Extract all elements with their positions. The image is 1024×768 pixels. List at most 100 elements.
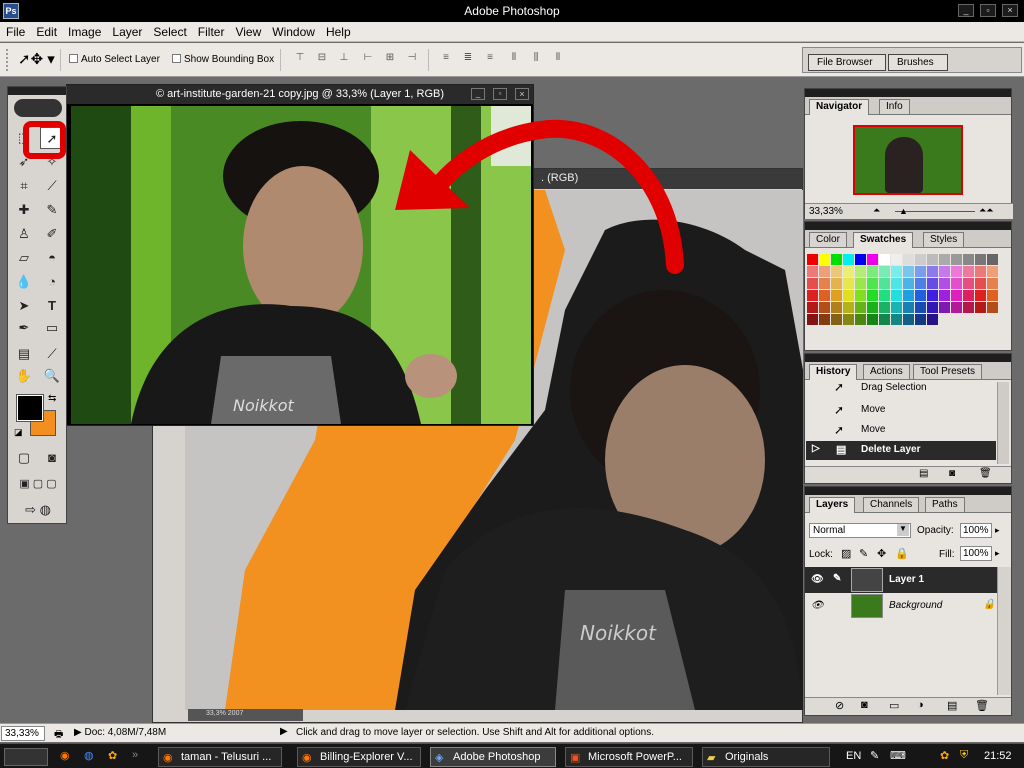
- swatch[interactable]: [891, 302, 902, 313]
- swatch[interactable]: [939, 290, 950, 301]
- swatch[interactable]: [831, 302, 842, 313]
- new-snapshot-icon[interactable]: ◙: [949, 468, 955, 479]
- swatch[interactable]: [867, 266, 878, 277]
- print-preview-icon[interactable]: 🖶: [54, 727, 63, 744]
- auto-select-checkbox[interactable]: Auto Select Layer: [69, 54, 160, 65]
- swatch[interactable]: [867, 314, 878, 325]
- grip-handle[interactable]: [6, 49, 11, 71]
- swatch[interactable]: [843, 266, 854, 277]
- swatch[interactable]: [903, 290, 914, 301]
- swatch[interactable]: [975, 302, 986, 313]
- menu-help[interactable]: Help: [320, 22, 356, 39]
- history-item[interactable]: ➚ Drag Selection: [806, 380, 996, 396]
- swatch[interactable]: [951, 302, 962, 313]
- bounding-box-checkbox[interactable]: Show Bounding Box: [172, 54, 274, 65]
- swatch[interactable]: [879, 302, 890, 313]
- layer-row-layer-1[interactable]: 👁 ✎ Layer 1: [805, 567, 997, 593]
- panel-header[interactable]: [805, 487, 1011, 495]
- doc-minimize-button[interactable]: _: [471, 88, 485, 100]
- swatch[interactable]: [903, 254, 914, 265]
- visibility-eye-icon[interactable]: 👁: [811, 600, 824, 611]
- app-quicklaunch-icon[interactable]: ✿: [108, 749, 117, 762]
- navigator-preview[interactable]: [853, 125, 963, 195]
- menu-layer[interactable]: Layer: [106, 22, 147, 39]
- swatch[interactable]: [951, 266, 962, 277]
- swatch[interactable]: [855, 302, 866, 313]
- align-bottom-icon[interactable]: ⊥: [336, 52, 352, 66]
- start-button[interactable]: [4, 748, 48, 766]
- type-tool-icon[interactable]: T: [40, 295, 64, 317]
- swatch[interactable]: [915, 290, 926, 301]
- tab-info[interactable]: Info: [879, 99, 910, 114]
- minimize-button[interactable]: _: [958, 4, 974, 17]
- swatch[interactable]: [963, 290, 974, 301]
- swatch[interactable]: [927, 266, 938, 277]
- toolbox-header[interactable]: [8, 87, 66, 95]
- visibility-eye-icon[interactable]: 👁: [811, 574, 824, 585]
- new-set-icon[interactable]: ▭: [889, 699, 899, 712]
- tab-actions[interactable]: Actions: [863, 364, 910, 379]
- default-colors-icon[interactable]: ◪: [14, 427, 23, 438]
- doc-size-text[interactable]: ▶ Doc: 4,08M/7,48M: [74, 727, 166, 738]
- rectangle-tool-icon[interactable]: ▭: [40, 317, 64, 339]
- swatch[interactable]: [819, 314, 830, 325]
- doc-close-button[interactable]: ×: [515, 88, 529, 100]
- align-vcenter-icon[interactable]: ⊟: [314, 52, 330, 66]
- swatch[interactable]: [831, 278, 842, 289]
- quicklaunch-expand-icon[interactable]: »: [132, 749, 138, 761]
- align-left-icon[interactable]: ⊢: [360, 52, 376, 66]
- swatch[interactable]: [819, 302, 830, 313]
- paint-bucket-tool-icon[interactable]: ◓: [40, 247, 64, 269]
- move-tool-preset-icon[interactable]: ➚✥ ▾: [18, 50, 55, 68]
- swatch[interactable]: [891, 254, 902, 265]
- swatch[interactable]: [843, 254, 854, 265]
- swatch[interactable]: [975, 290, 986, 301]
- layer-mask-icon[interactable]: ◙: [861, 699, 868, 711]
- tray-pen-icon[interactable]: ✎: [870, 749, 879, 762]
- swatch[interactable]: [831, 266, 842, 277]
- swatch[interactable]: [963, 278, 974, 289]
- brush-link-icon[interactable]: ✎: [833, 573, 841, 584]
- swatch[interactable]: [939, 314, 950, 325]
- swatch[interactable]: [843, 290, 854, 301]
- eyedropper-tool-icon[interactable]: ⟋: [40, 343, 64, 365]
- swatch[interactable]: [807, 266, 818, 277]
- swatch[interactable]: [843, 302, 854, 313]
- swatch[interactable]: [855, 254, 866, 265]
- distribute-bottom-icon[interactable]: ≡: [482, 52, 498, 66]
- firefox-quicklaunch-icon[interactable]: ◉: [60, 749, 70, 762]
- swatch[interactable]: [963, 266, 974, 277]
- swatch[interactable]: [819, 254, 830, 265]
- swatch[interactable]: [903, 302, 914, 313]
- swatch[interactable]: [903, 266, 914, 277]
- adjustment-layer-icon[interactable]: ◑: [917, 699, 924, 711]
- taskbar-item-folder[interactable]: ▰ Originals: [702, 747, 830, 767]
- blend-mode-select[interactable]: Normal ▼: [809, 523, 911, 538]
- brushes-tab[interactable]: Brushes: [888, 54, 948, 71]
- swatch[interactable]: [915, 254, 926, 265]
- fill-arrow-icon[interactable]: ▸: [995, 548, 1000, 559]
- lock-all-icon[interactable]: 🔒: [895, 547, 909, 560]
- distribute-hcenter-icon[interactable]: ⫼: [528, 52, 544, 66]
- brush-tool-icon[interactable]: ✎: [40, 199, 64, 221]
- new-layer-icon[interactable]: ▤: [947, 699, 957, 712]
- swatch[interactable]: [855, 290, 866, 301]
- menu-edit[interactable]: Edit: [30, 22, 62, 39]
- swatch[interactable]: [939, 266, 950, 277]
- zoom-tool-icon[interactable]: 🔍: [40, 365, 64, 387]
- swatch[interactable]: [879, 290, 890, 301]
- swatch[interactable]: [867, 302, 878, 313]
- swatch[interactable]: [891, 314, 902, 325]
- menu-view[interactable]: View: [229, 22, 266, 39]
- swatch[interactable]: [891, 290, 902, 301]
- menu-filter[interactable]: Filter: [192, 22, 230, 39]
- swatch[interactable]: [819, 266, 830, 277]
- zoom-out-icon[interactable]: ⏶: [873, 205, 880, 216]
- align-right-icon[interactable]: ⊣: [404, 52, 420, 66]
- swatch[interactable]: [915, 266, 926, 277]
- swatch[interactable]: [927, 290, 938, 301]
- swatch[interactable]: [879, 254, 890, 265]
- swatch[interactable]: [891, 278, 902, 289]
- tab-color[interactable]: Color: [809, 232, 847, 247]
- clone-stamp-tool-icon[interactable]: ♙: [12, 223, 36, 245]
